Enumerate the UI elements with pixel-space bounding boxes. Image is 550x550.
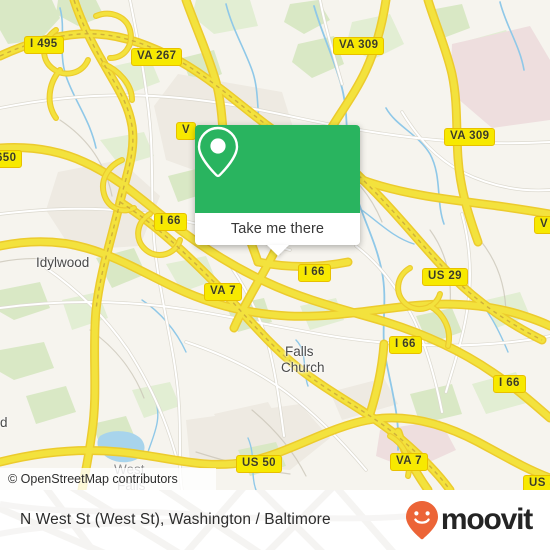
popup-tail xyxy=(266,245,289,256)
highway-shield: I 66 xyxy=(493,375,526,393)
take-me-there-label: Take me there xyxy=(230,221,325,237)
highway-shield: 650 xyxy=(0,150,23,168)
screenshot-root: .maj{fill:none;stroke:#f3e23d;stroke-lin… xyxy=(0,0,550,550)
highway-shield: V xyxy=(534,216,550,234)
footer-bar: N West St (West St), Washington / Baltim… xyxy=(0,490,550,550)
osm-attribution-text: © OpenStreetMap contributors xyxy=(8,472,178,486)
highway-shield: I 66 xyxy=(154,213,187,231)
place-label: Falls xyxy=(285,344,314,359)
popup-header xyxy=(195,125,360,213)
map-canvas[interactable]: .maj{fill:none;stroke:#f3e23d;stroke-lin… xyxy=(0,0,550,490)
highway-shield: VA 267 xyxy=(131,48,183,66)
osm-attribution[interactable]: © OpenStreetMap contributors xyxy=(0,468,216,490)
place-label: Church xyxy=(281,360,325,375)
highway-shield: I 495 xyxy=(24,36,64,54)
map-popup[interactable]: Take me there xyxy=(195,125,360,256)
moovit-wordmark: moovit xyxy=(440,503,533,536)
highway-shield: VA 309 xyxy=(333,37,385,55)
page-title: N West St (West St), Washington / Baltim… xyxy=(20,511,331,528)
highway-shield: VA 7 xyxy=(390,453,428,471)
location-pin-icon xyxy=(197,126,239,178)
moovit-logo[interactable]: moovit xyxy=(405,500,533,540)
highway-shield: US 50 xyxy=(236,455,282,473)
highway-shield: V xyxy=(176,122,197,140)
highway-shield: US 5 xyxy=(523,475,550,490)
place-label: d xyxy=(0,415,8,430)
highway-shield: VA 7 xyxy=(204,283,242,301)
highway-shield: I 66 xyxy=(298,264,331,282)
highway-shield: US 29 xyxy=(422,268,468,286)
popup-footer[interactable]: Take me there xyxy=(195,213,360,256)
highway-shield: VA 309 xyxy=(444,128,496,146)
moovit-pin-smiley-icon xyxy=(405,501,438,540)
highway-shield: I 66 xyxy=(389,336,422,354)
place-label: Idylwood xyxy=(36,255,90,270)
